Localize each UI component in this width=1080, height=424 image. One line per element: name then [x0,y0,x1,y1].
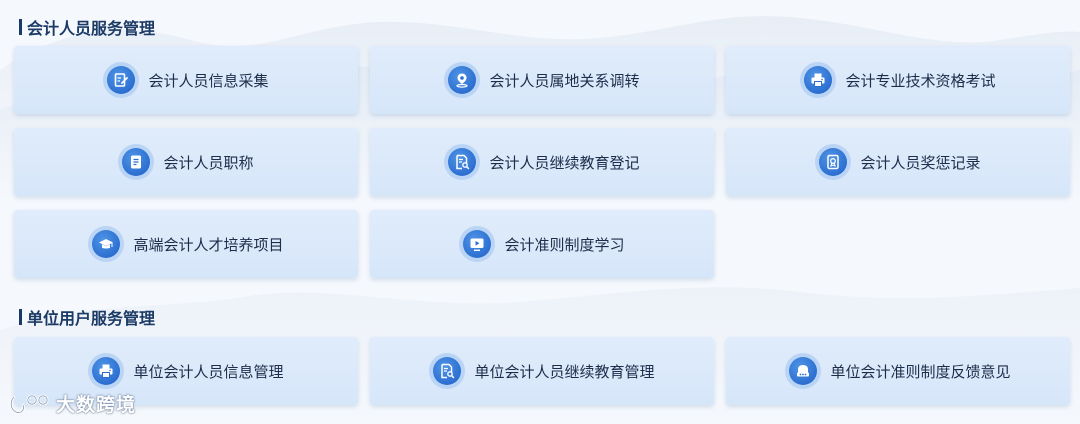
watermark: 大数跨境 [8,390,136,417]
service-card-professional-title[interactable]: 会计人员职称 [14,128,358,196]
service-card-label: 高端会计人才培养项目 [133,235,284,254]
certificate-icon [118,144,155,180]
service-card-label: 单位会计人员继续教育管理 [474,362,655,381]
section-title-text: 单位用户服务管理 [27,309,156,328]
service-card-label: 单位会计准则制度反馈意见 [830,362,1011,381]
section-title-bar [19,309,22,325]
unit-services-grid: 单位会计人员信息管理 单位会计人员继续教育管理 单位会计准则制度反馈意见 [14,337,1070,405]
section-title-text: 会计人员服务管理 [27,19,156,38]
edit-doc-icon [103,62,140,98]
service-card-qualification-exam[interactable]: 会计专业技术资格考试 [726,46,1070,114]
watermark-text: 大数跨境 [56,394,137,416]
accountant-services-grid: 会计人员信息采集 会计人员属地关系调转 会计专业技术资格考试 会计人员职称 会计… [14,46,1070,278]
chat-icon [785,353,822,389]
service-card-label: 单位会计人员信息管理 [133,362,284,381]
service-card-talent-training[interactable]: 高端会计人才培养项目 [14,210,358,278]
service-card-label: 会计人员奖惩记录 [860,153,981,172]
service-card-label: 会计人员继续教育登记 [489,153,640,172]
graduation-cap-icon [88,226,125,262]
service-card-standards-learning[interactable]: 会计准则制度学习 [370,210,714,278]
service-card-label: 会计人员职称 [163,153,254,172]
award-doc-icon [815,144,852,180]
service-card-territorial-transfer[interactable]: 会计人员属地关系调转 [370,46,714,114]
location-pin-icon [444,62,481,98]
service-card-continuing-education[interactable]: 会计人员继续教育登记 [370,128,714,196]
service-card-label: 会计人员信息采集 [148,71,269,90]
service-card-info-collection[interactable]: 会计人员信息采集 [14,46,358,114]
printer-icon [88,353,125,389]
section-title-accountant-services: 会计人员服务管理 [19,15,155,39]
service-card-label: 会计准则制度学习 [504,235,625,254]
service-card-label: 会计专业技术资格考试 [845,71,996,90]
service-card-unit-education-management[interactable]: 单位会计人员继续教育管理 [370,337,714,405]
printer-icon [800,62,837,98]
doc-search-icon [429,353,466,389]
doc-search-icon [444,144,481,180]
service-card-label: 会计人员属地关系调转 [489,71,640,90]
watermark-logo-icon [8,391,52,417]
service-card-rewards-penalties[interactable]: 会计人员奖惩记录 [726,128,1070,196]
section-title-unit-services: 单位用户服务管理 [19,305,155,329]
section-title-bar [19,19,22,35]
service-card-unit-standards-feedback[interactable]: 单位会计准则制度反馈意见 [726,337,1070,405]
video-play-icon [459,226,496,262]
